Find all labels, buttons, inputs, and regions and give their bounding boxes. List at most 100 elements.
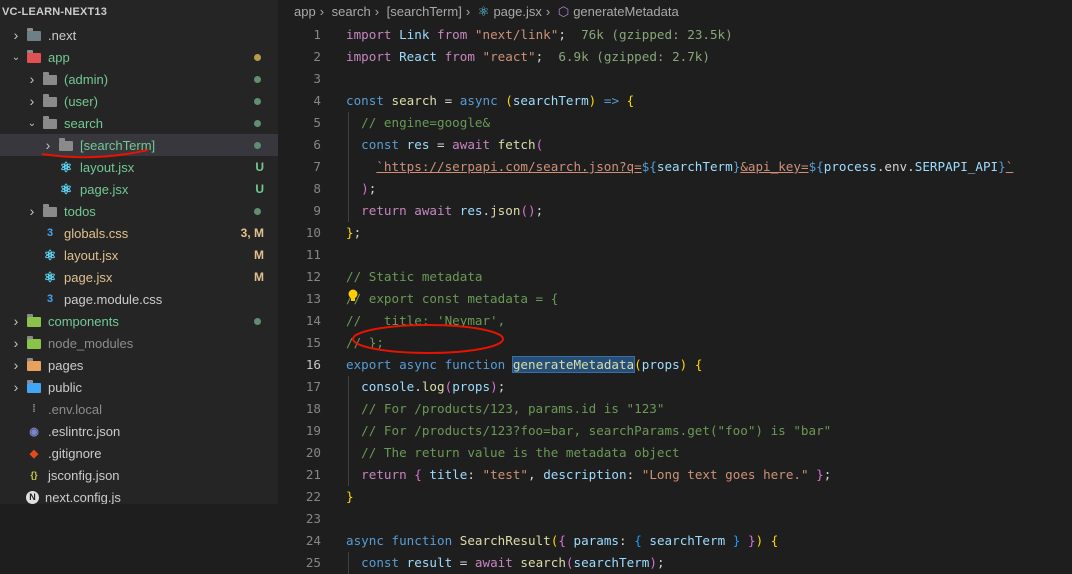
chevron-right-icon[interactable]: › — [10, 357, 22, 373]
breadcrumb-item[interactable]: page.jsx — [493, 4, 541, 19]
tree-item[interactable]: ⁞ .env.local — [0, 398, 278, 420]
code-token: , — [528, 467, 544, 482]
tree-item[interactable]: › (user) — [0, 90, 278, 112]
code-line[interactable]: 9 return await res.json(); — [279, 200, 1072, 222]
code-line[interactable]: 20 // The return value is the metadata o… — [279, 442, 1072, 464]
code-line[interactable]: 14 // title: 'Neymar', — [279, 310, 1072, 332]
tree-item-label: public — [48, 379, 82, 395]
tree-item[interactable]: › node_modules — [0, 332, 278, 354]
code-token: ) — [490, 379, 498, 394]
code-line[interactable]: 22} — [279, 486, 1072, 508]
code-token: const — [361, 555, 407, 570]
tree-item[interactable]: › components — [0, 310, 278, 332]
breadcrumb-item[interactable]: search — [332, 4, 371, 19]
tree-item-label: .next — [48, 27, 77, 43]
code-line[interactable]: 11 — [279, 244, 1072, 266]
tree-item[interactable]: {} jsconfig.json — [0, 464, 278, 486]
code-line[interactable]: 12 // Static metadata — [279, 266, 1072, 288]
status-dot-icon — [254, 208, 261, 215]
code-token: params — [573, 533, 620, 548]
line-number: 20 — [305, 445, 321, 460]
line-number: 24 — [305, 533, 321, 548]
code-text: console.log(props); — [346, 376, 505, 398]
code-text: export async function generateMetadata(p… — [346, 354, 702, 376]
tree-item[interactable]: ⌄ search — [0, 112, 278, 134]
chevron-right-icon[interactable]: › — [26, 71, 38, 87]
code-line[interactable]: 7 `https://serpapi.com/search.json?q=${s… — [279, 156, 1072, 178]
code-token: ; — [558, 27, 574, 42]
folder-icon — [26, 27, 42, 43]
git-icon: ◆ — [29, 447, 39, 460]
tree-item[interactable]: ⚛ page.jsx M — [0, 266, 278, 288]
tree-item[interactable]: 3 globals.css 3, M — [0, 222, 278, 244]
tree-item[interactable]: ◉ .eslintrc.json — [0, 420, 278, 442]
chevron-right-icon[interactable]: › — [42, 137, 54, 153]
code-editor[interactable]: app › search › [searchTerm] › ⚛ page.jsx › ⬡ g… — [279, 0, 1072, 574]
code-line[interactable]: 3 — [279, 68, 1072, 90]
code-token: ( — [565, 555, 574, 570]
tree-item[interactable]: › todos — [0, 200, 278, 222]
lightbulb-icon[interactable] — [347, 288, 359, 302]
code-token: function — [444, 357, 513, 372]
chevron-right-icon[interactable]: › — [10, 379, 22, 395]
code-line[interactable]: 10}; — [279, 222, 1072, 244]
chevron-right-icon[interactable]: › — [10, 27, 22, 43]
status-dot-icon — [254, 142, 261, 149]
tree-item[interactable]: ⚛ page.jsx U — [0, 178, 278, 200]
code-line[interactable]: 16 export async function generateMetadata… — [279, 354, 1072, 376]
git-status-badge: U — [255, 182, 264, 196]
code-line[interactable]: 18 // For /products/123, params.id is "1… — [279, 398, 1072, 420]
tree-item[interactable]: 3 page.module.css — [0, 288, 278, 310]
tree-item[interactable]: › .next — [0, 24, 278, 46]
code-line[interactable]: 24 async function SearchResult({ params: … — [279, 530, 1072, 552]
code-token: process — [823, 159, 877, 174]
chevron-right-icon[interactable]: › — [26, 93, 38, 109]
folder-icon — [42, 203, 58, 219]
code-line[interactable]: 23 — [279, 508, 1072, 530]
code-line[interactable]: 21 return { title: "test", description: … — [279, 464, 1072, 486]
breadcrumb-item[interactable]: [searchTerm] — [387, 4, 462, 19]
tree-item[interactable]: ⚛ layout.jsx M — [0, 244, 278, 266]
chevron-right-icon[interactable]: › — [26, 203, 38, 219]
code-line[interactable]: 2 import React from "react"; 6.9k (gzippe… — [279, 46, 1072, 68]
code-line[interactable]: 8 ); — [279, 178, 1072, 200]
code-line[interactable]: 13 // export const metadata = { — [279, 288, 1072, 310]
tree-item[interactable]: ⌄ app — [0, 46, 278, 68]
chevron-right-icon[interactable]: › — [10, 335, 22, 351]
tree-item[interactable]: › pages — [0, 354, 278, 376]
chevron-down-icon[interactable]: ⌄ — [26, 115, 38, 131]
tree-item[interactable]: › public — [0, 376, 278, 398]
code-line[interactable]: 19 // For /products/123?foo=bar, searchP… — [279, 420, 1072, 442]
code-area[interactable]: 1 import Link from "next/link"; 76k (gzip… — [279, 24, 1072, 574]
breadcrumb-item[interactable]: app — [294, 4, 316, 19]
tree-item[interactable]: Nnext.config.js — [0, 486, 278, 504]
tree-item[interactable]: ◆ .gitignore — [0, 442, 278, 464]
tree-item[interactable]: › [searchTerm] — [0, 134, 278, 156]
code-token: ) — [649, 555, 657, 570]
tree-item[interactable]: ⚛ layout.jsx U — [0, 156, 278, 178]
code-line[interactable]: 5 // engine=google& — [279, 112, 1072, 134]
code-line[interactable]: 15 // }; — [279, 332, 1072, 354]
code-line[interactable]: 17 console.log(props); — [279, 376, 1072, 398]
line-number: 13 — [305, 291, 321, 306]
code-line[interactable]: 4 const search = async (searchTerm) => { — [279, 90, 1072, 112]
line-number: 5 — [313, 115, 321, 130]
git-status-badge: 3, M — [240, 226, 264, 240]
chevron-right-icon[interactable]: › — [10, 313, 22, 329]
tree-item[interactable]: › (admin) — [0, 68, 278, 90]
breadcrumb-item[interactable]: generateMetadata — [573, 4, 679, 19]
code-token: { — [414, 467, 430, 482]
code-line[interactable]: 1 import Link from "next/link"; 76k (gzip… — [279, 24, 1072, 46]
line-number: 10 — [305, 225, 321, 240]
line-number: 1 — [313, 27, 321, 42]
code-line[interactable]: 25 const result = await search(searchTer… — [279, 552, 1072, 574]
chevron-down-icon[interactable]: ⌄ — [10, 49, 22, 65]
code-token: SERPAPI_API — [914, 159, 999, 174]
code-token: () — [520, 203, 536, 218]
code-line[interactable]: 6 const res = await fetch( — [279, 134, 1072, 156]
